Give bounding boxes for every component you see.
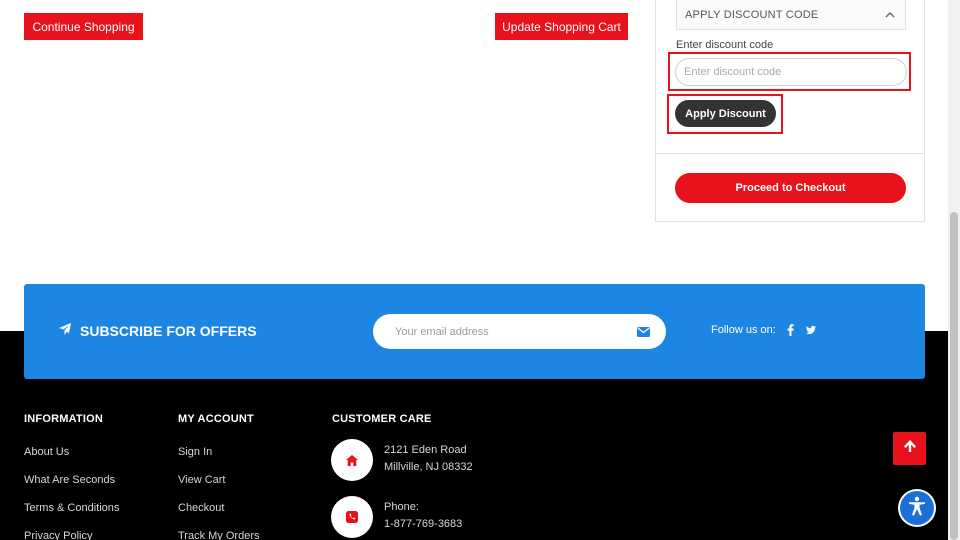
customer-care-heading: CUSTOMER CARE [332,413,432,425]
footer-link-about-us[interactable]: About Us [24,446,69,458]
back-to-top-button[interactable] [893,432,926,465]
subscribe-banner: SUBSCRIBE FOR OFFERS Follow us on: [24,284,925,379]
discount-code-label: Enter discount code [676,39,774,51]
discount-accordion-header[interactable]: APPLY DISCOUNT CODE [676,0,906,30]
scrollbar-thumb[interactable] [950,212,958,540]
subscribe-email-field [373,314,666,349]
accessibility-icon [906,495,928,522]
my-account-heading: MY ACCOUNT [178,413,254,425]
chevron-up-icon [885,10,895,20]
subscribe-title: SUBSCRIBE FOR OFFERS [80,322,257,339]
footer-link-what-are-seconds[interactable]: What Are Seconds [24,474,115,486]
footer-link-checkout[interactable]: Checkout [178,502,224,514]
footer-link-track-orders[interactable]: Track My Orders [178,530,260,540]
follow-us-label: Follow us on: [711,324,776,336]
address-line-1: 2121 Eden Road [384,444,467,456]
facebook-icon[interactable] [786,324,796,336]
footer-link-view-cart[interactable]: View Cart [178,474,225,486]
phone-icon [331,496,373,538]
discount-code-input[interactable] [675,58,907,86]
phone-number[interactable]: 1-877-769-3683 [384,516,462,533]
continue-shopping-button[interactable]: Continue Shopping [24,13,143,40]
footer-link-sign-in[interactable]: Sign In [178,446,212,458]
discount-accordion-title: APPLY DISCOUNT CODE [685,8,819,21]
accessibility-button[interactable] [900,491,934,525]
apply-discount-button[interactable]: Apply Discount [675,100,776,127]
footer-link-terms[interactable]: Terms & Conditions [24,502,119,514]
subscribe-heading: SUBSCRIBE FOR OFFERS [58,322,257,339]
order-summary-panel: APPLY DISCOUNT CODE Enter discount code … [655,0,925,222]
summary-divider [656,153,924,154]
home-icon [331,439,373,481]
subscribe-email-input[interactable] [395,325,636,338]
proceed-to-checkout-button[interactable]: Proceed to Checkout [675,173,906,203]
envelope-icon[interactable] [636,326,650,338]
follow-us: Follow us on: [711,324,816,336]
paper-plane-icon [58,322,72,339]
address-line-2: Millville, NJ 08332 [384,461,473,473]
update-cart-button[interactable]: Update Shopping Cart [495,13,628,40]
cart-page-area: Continue Shopping Update Shopping Cart A… [0,0,948,331]
footer-link-privacy[interactable]: Privacy Policy [24,530,92,540]
information-heading: INFORMATION [24,413,103,425]
twitter-icon[interactable] [805,324,816,336]
arrow-up-icon [903,439,917,458]
phone-label: Phone: [384,501,419,513]
